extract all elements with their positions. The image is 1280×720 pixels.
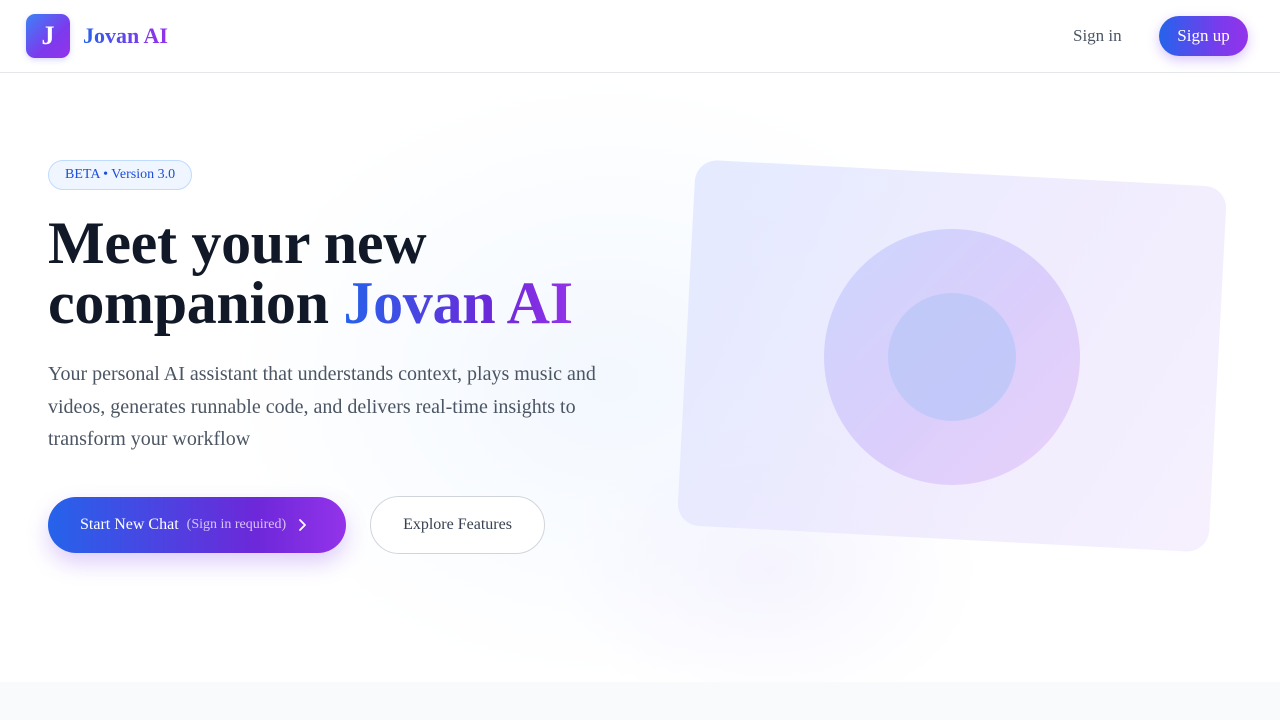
- hero-illustration-inner-circle: [888, 293, 1016, 421]
- explore-features-button[interactable]: Explore Features: [370, 496, 545, 554]
- brand-name: Jovan AI: [83, 23, 168, 48]
- next-section-strip: [0, 682, 1280, 720]
- sign-in-required-note: (Sign in required): [186, 517, 287, 532]
- chevron-right-icon: [298, 518, 310, 532]
- headline-line-2: companion: [48, 270, 329, 336]
- headline-line-1: Meet your new: [48, 210, 427, 276]
- sign-up-button[interactable]: Sign up: [1159, 16, 1248, 56]
- headline-accent: Jovan AI: [343, 270, 573, 336]
- start-new-chat-label: Start New Chat: [80, 516, 179, 533]
- sign-in-button[interactable]: Sign in: [1060, 18, 1135, 54]
- hero-subtitle: Your personal AI assistant that understa…: [48, 363, 596, 450]
- logo-mark: J: [26, 14, 70, 58]
- start-new-chat-button[interactable]: Start New Chat (Sign in required): [48, 497, 346, 553]
- beta-version-badge: BETA • Version 3.0: [48, 160, 193, 190]
- hero-headline: Meet your new companion Jovan AI: [48, 213, 668, 333]
- logo-link[interactable]: J Jovan AI: [26, 14, 168, 58]
- site-header: J Jovan AI Sign in Sign up: [0, 0, 1280, 73]
